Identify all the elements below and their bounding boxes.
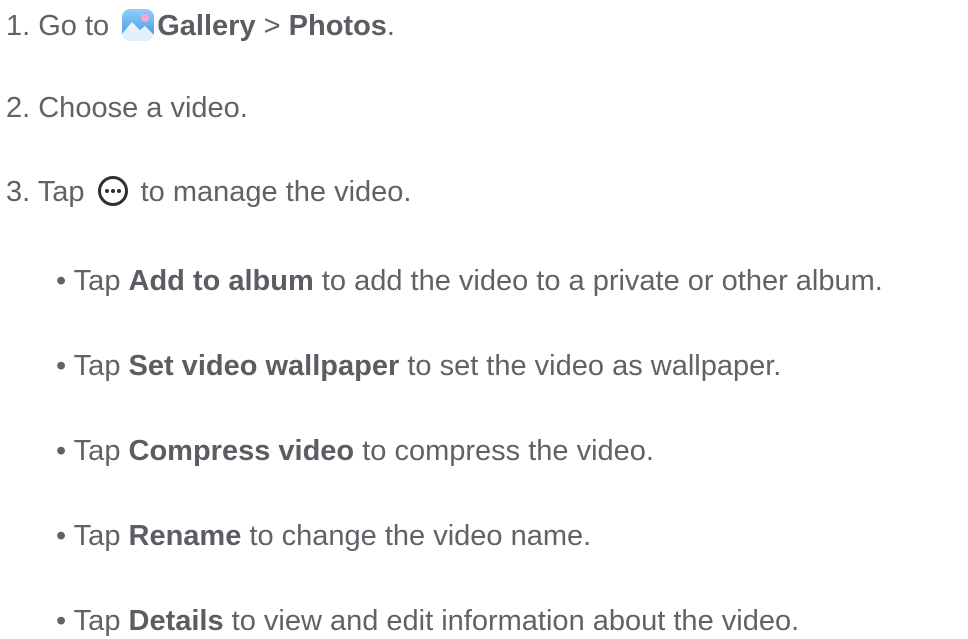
photos-tab-name: Photos [288, 10, 387, 42]
details-option: Details [128, 605, 224, 637]
gallery-app-icon [121, 8, 155, 42]
add-to-album-option: Add to album [128, 265, 314, 297]
bullet-post: to view and edit information about the v… [223, 605, 800, 637]
step-2-text: 2. Choose a video. [6, 92, 248, 124]
more-options-icon [97, 175, 129, 207]
bullet-details: • Tap Details to view and edit informati… [56, 604, 799, 638]
bullet-post: to compress the video. [354, 435, 654, 467]
bullet-set-video-wallpaper: • Tap Set video wallpaper to set the vid… [56, 349, 781, 383]
bullet-add-to-album: • Tap Add to album to add the video to a… [56, 264, 883, 298]
gallery-app-name: Gallery [157, 10, 256, 42]
bullet-post: to add the video to a private or other a… [313, 265, 883, 297]
step-3-prefix: 3. Tap [6, 176, 93, 208]
set-video-wallpaper-option: Set video wallpaper [128, 350, 400, 382]
bullet-compress-video: • Tap Compress video to compress the vid… [56, 434, 654, 468]
compress-video-option: Compress video [128, 435, 355, 467]
rename-option: Rename [128, 520, 242, 552]
step-1-separator: > [255, 10, 289, 42]
bullet-pre: • Tap [56, 520, 129, 552]
bullet-pre: • Tap [56, 605, 129, 637]
bullet-post: to set the video as wallpaper. [399, 350, 782, 382]
step-2: 2. Choose a video. [6, 91, 248, 125]
step-1: 1. Go to Gallery > Photos. [6, 8, 395, 43]
bullet-pre: • Tap [56, 350, 129, 382]
step-3-suffix: to manage the video. [132, 176, 412, 208]
step-1-end: . [386, 10, 395, 42]
bullet-post: to change the video name. [241, 520, 592, 552]
bullet-pre: • Tap [56, 265, 129, 297]
bullet-pre: • Tap [56, 435, 129, 467]
step-1-prefix: 1. Go to [6, 10, 118, 42]
bullet-rename: • Tap Rename to change the video name. [56, 519, 591, 553]
step-3: 3. Tap to manage the video. [6, 175, 411, 209]
